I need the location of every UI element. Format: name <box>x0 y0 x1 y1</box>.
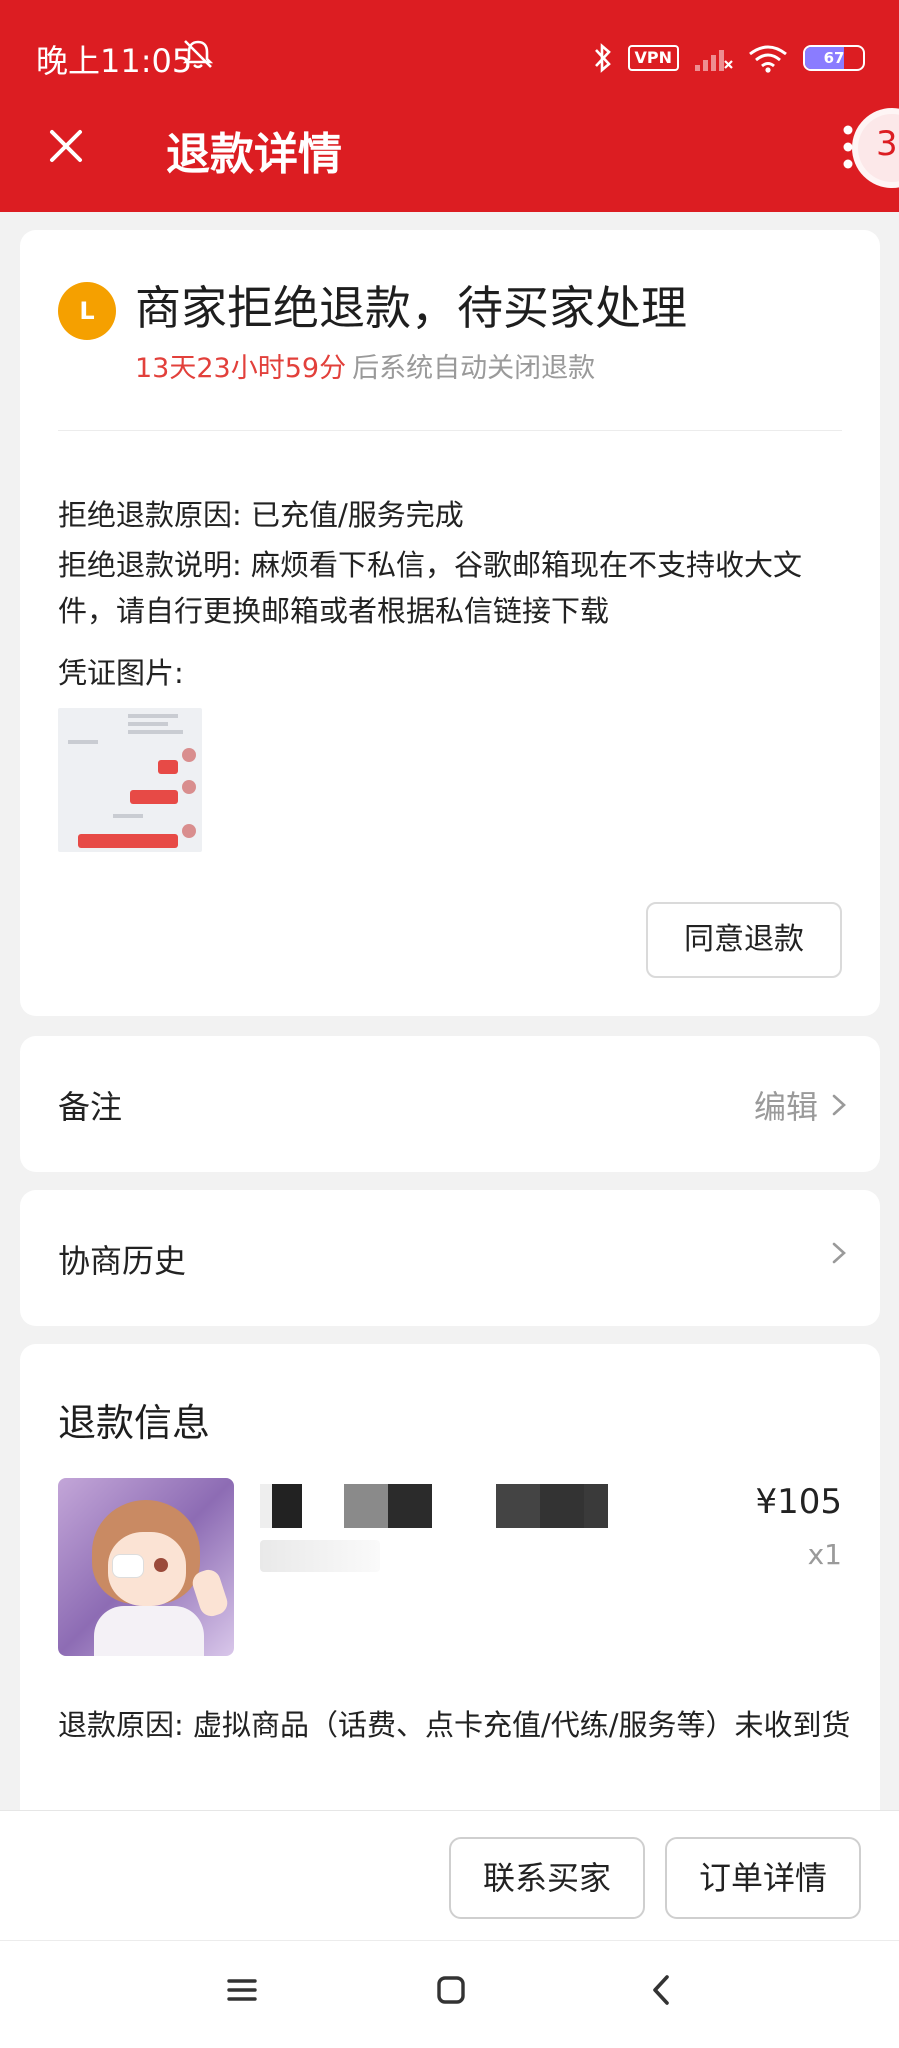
signal-icon <box>695 50 733 71</box>
chevron-right-icon <box>832 1242 846 1264</box>
chevron-right-icon <box>832 1094 846 1116</box>
product-image[interactable] <box>58 1478 234 1656</box>
app-header: 晚上11:05 VPN 67 退款详情 3 <box>0 0 899 212</box>
product-quantity: x1 <box>807 1538 842 1571</box>
refund-info-card: 退款信息 ¥105 x1 退款原因: 虚拟商品（话费、点卡充值/代练/服务等）未… <box>20 1344 880 1864</box>
agree-refund-button[interactable]: 同意退款 <box>646 902 842 978</box>
countdown-suffix: 后系统自动关闭退款 <box>352 353 596 384</box>
floating-badge-text: 3 <box>876 124 898 164</box>
bluetooth-icon <box>594 43 611 73</box>
mute-bell-icon <box>182 40 214 69</box>
status-badge: L <box>58 282 116 340</box>
history-label: 协商历史 <box>58 1242 187 1280</box>
status-time: 晚上11:05 <box>36 42 193 80</box>
wifi-icon <box>749 45 787 73</box>
note-row[interactable]: 备注 编辑 <box>20 1036 880 1172</box>
negotiation-history-row[interactable]: 协商历史 <box>20 1190 880 1326</box>
note-edit-label: 编辑 <box>753 1088 818 1126</box>
menu-icon[interactable] <box>226 1975 258 2005</box>
system-nav-bar <box>0 1940 899 2048</box>
proof-image[interactable] <box>58 708 202 852</box>
order-detail-button[interactable]: 订单详情 <box>665 1837 861 1919</box>
refund-status-card: L 商家拒绝退款，待买家处理 13天23小时59分 后系统自动关闭退款 拒绝退款原… <box>20 230 880 1016</box>
battery-icon: 67 <box>803 45 865 71</box>
refund-info-title: 退款信息 <box>58 1401 211 1445</box>
countdown-timer: 13天23小时59分 <box>135 353 347 384</box>
close-icon[interactable] <box>40 120 92 172</box>
divider <box>58 430 842 431</box>
home-square-icon[interactable] <box>434 1973 468 2007</box>
product-title-redacted <box>260 1484 640 1528</box>
status-bar: 晚上11:05 VPN 67 <box>0 0 899 110</box>
status-icons: VPN 67 <box>592 40 865 76</box>
history-chevron <box>828 1236 850 1270</box>
product-price: ¥105 <box>755 1482 842 1522</box>
reject-reason: 拒绝退款原因: 已充值/服务完成 <box>58 498 464 532</box>
reject-description: 拒绝退款说明: 麻烦看下私信，谷歌邮箱现在不支持收大文件，请自行更换邮箱或者根据… <box>58 548 802 628</box>
battery-level: 67 <box>823 49 845 67</box>
note-edit[interactable]: 编辑 <box>754 1082 850 1128</box>
page-title: 退款详情 <box>166 129 342 180</box>
countdown-line: 13天23小时59分 后系统自动关闭退款 <box>135 346 595 385</box>
refund-reason: 退款原因: 虚拟商品（话费、点卡充值/代练/服务等）未收到货 <box>58 1708 851 1742</box>
action-bar: 联系买家 订单详情 <box>0 1810 899 1940</box>
product-subtitle-redacted <box>260 1540 380 1572</box>
vpn-badge: VPN <box>627 45 679 71</box>
back-arrow-icon[interactable] <box>648 1971 674 2009</box>
note-label: 备注 <box>58 1088 123 1126</box>
proof-label: 凭证图片: <box>58 656 184 690</box>
status-title: 商家拒绝退款，待买家处理 <box>135 281 687 335</box>
contact-buyer-button[interactable]: 联系买家 <box>449 1837 645 1919</box>
